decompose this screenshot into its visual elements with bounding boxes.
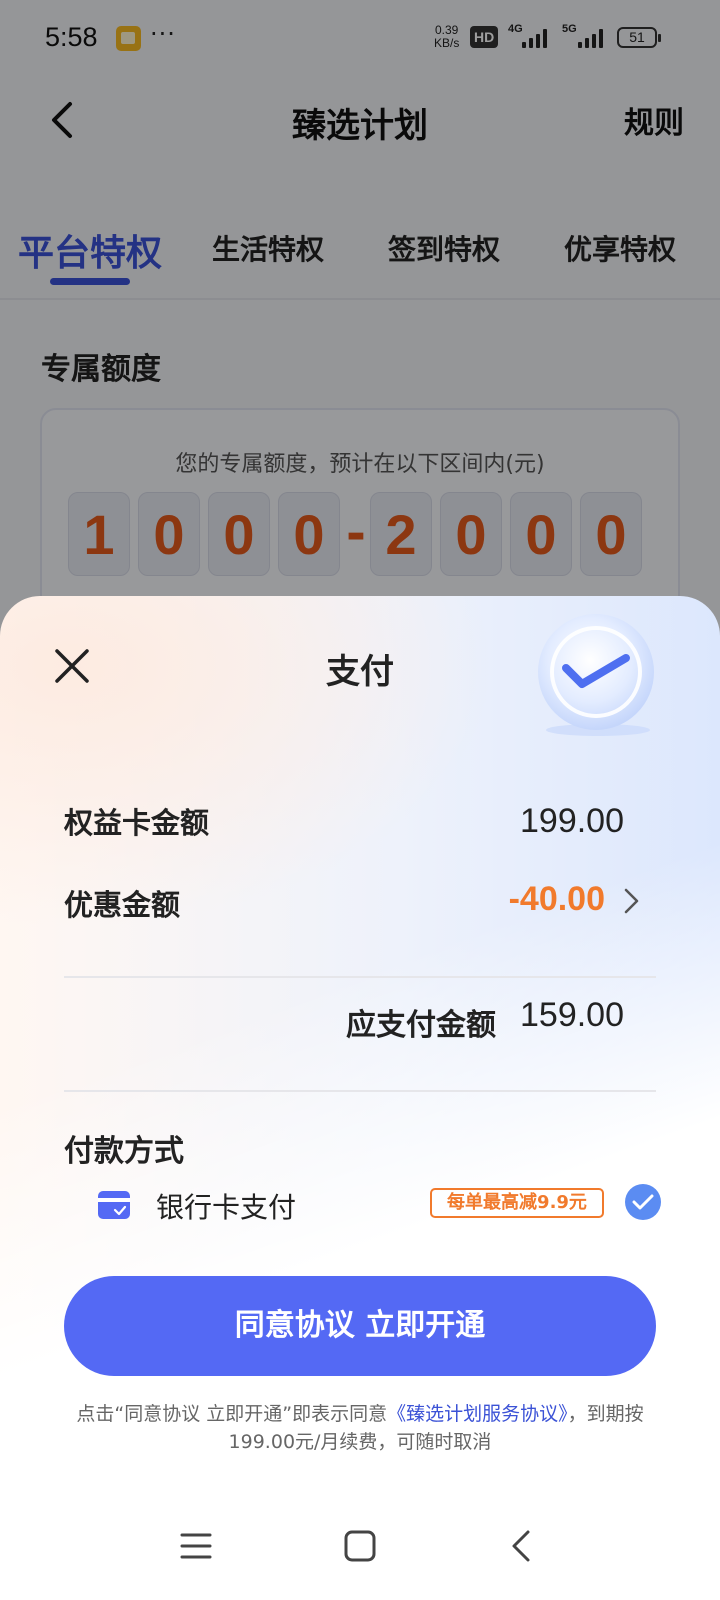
badge-check-icon <box>538 614 654 736</box>
divider <box>64 1090 656 1092</box>
card-amount-label: 权益卡金额 <box>64 806 210 840</box>
payable-amount-value: 159.00 <box>520 996 624 1034</box>
menu-icon[interactable] <box>176 1526 216 1566</box>
bank-card-icon <box>98 1191 130 1219</box>
agreement-prefix: 点击“同意协议 立即开通”即表示同意 <box>76 1403 388 1425</box>
payment-option-bank-card[interactable]: 银行卡支付 每单最高减9.9元 <box>0 1176 720 1236</box>
promo-badge: 每单最高减9.9元 <box>430 1188 604 1218</box>
check-circle-icon[interactable] <box>625 1184 661 1220</box>
payment-method-title: 付款方式 <box>64 1134 184 1169</box>
discount-value[interactable]: -40.00 <box>509 880 605 919</box>
agree-and-activate-button[interactable]: 同意协议 立即开通 <box>64 1276 656 1376</box>
divider <box>64 976 656 978</box>
system-nav-bar <box>0 1504 720 1600</box>
card-amount-value: 199.00 <box>520 802 624 840</box>
discount-label: 优惠金额 <box>64 888 181 922</box>
nav-back-icon[interactable] <box>502 1526 542 1566</box>
chevron-right-icon[interactable] <box>620 886 642 916</box>
home-icon[interactable] <box>340 1526 380 1566</box>
service-agreement-link[interactable]: 《臻选计划服务协议》 <box>387 1403 568 1425</box>
payment-sheet: 支付 权益卡金额 199.00 优惠金额 -40.00 应支付金额 159.00… <box>0 596 720 1600</box>
agreement-text: 点击“同意协议 立即开通”即表示同意《臻选计划服务协议》，到期按199.00元/… <box>50 1400 670 1456</box>
payment-option-label: 银行卡支付 <box>156 1191 297 1224</box>
payable-amount-label: 应支付金额 <box>346 1008 496 1043</box>
